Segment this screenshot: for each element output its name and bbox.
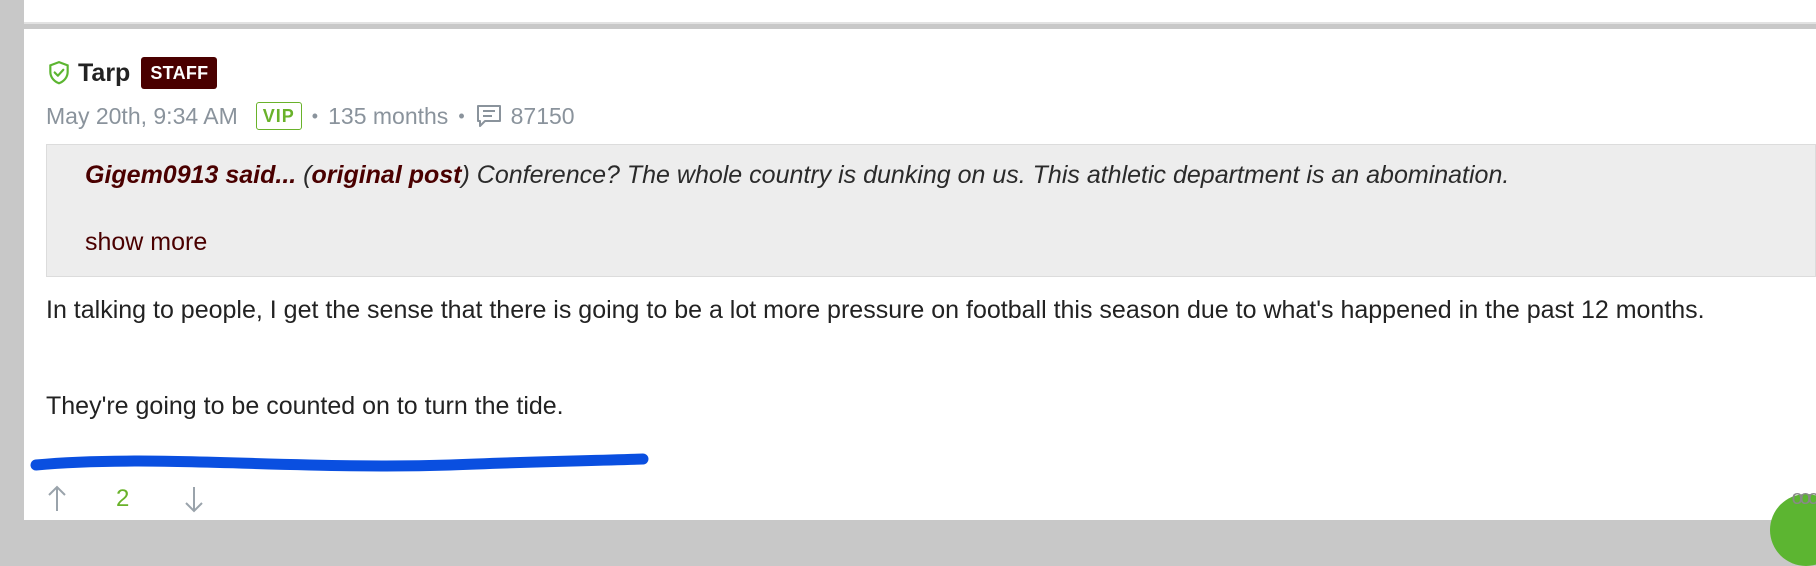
blue-underline-annotation bbox=[30, 453, 649, 472]
